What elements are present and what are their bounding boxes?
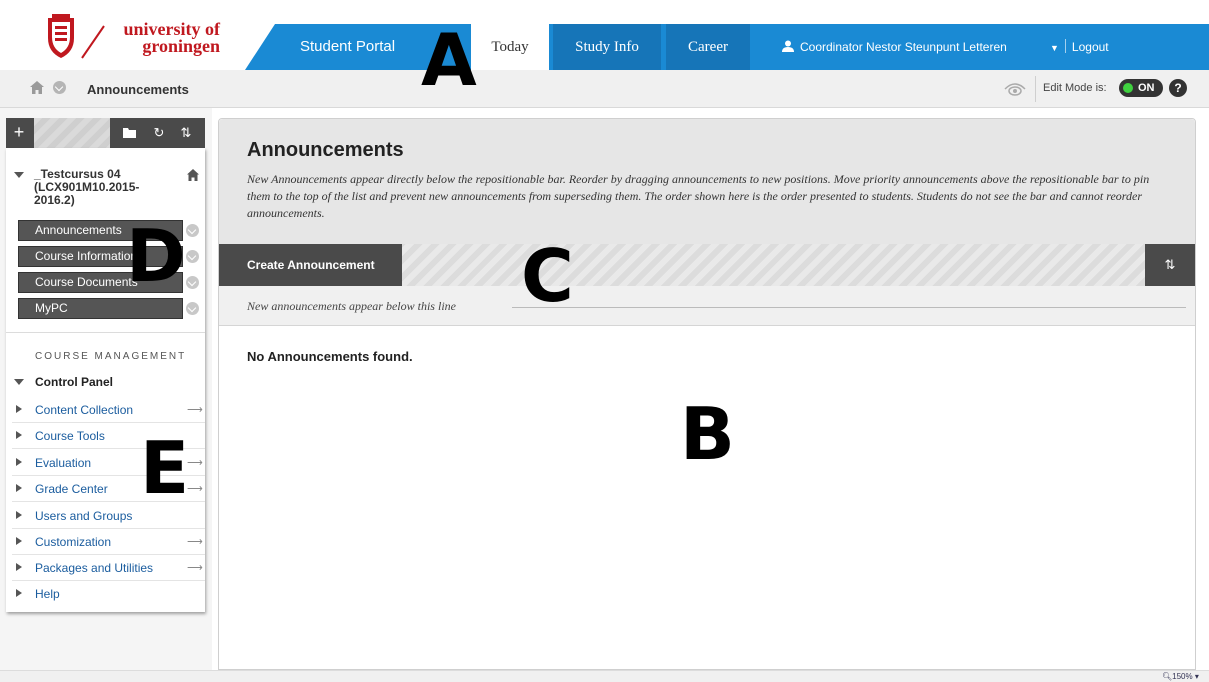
zoom-level[interactable]: 🔍︎150% ▾ xyxy=(1162,672,1199,681)
folder-view-icon[interactable] xyxy=(118,118,140,148)
course-title[interactable]: _Testcursus 04 (LCX901M10.2015-2016.2) xyxy=(34,168,174,207)
control-panel-item-label: Grade Center xyxy=(35,482,108,496)
control-panel-heading[interactable]: Control Panel xyxy=(35,375,113,389)
edit-mode-label: Edit Mode is: xyxy=(1043,82,1107,94)
expand-triangle-icon xyxy=(16,458,22,466)
repositionable-bar-label: New announcements appear below this line xyxy=(247,299,456,313)
reorder-icon[interactable]: ⇅ xyxy=(175,118,197,148)
control-panel-item-label: Evaluation xyxy=(35,456,92,470)
page-title: Announcements xyxy=(247,139,404,161)
logout-area: ▼ Logout xyxy=(1050,24,1109,70)
control-panel-item-label: Customization xyxy=(35,535,112,549)
logo-text: university of groningen xyxy=(120,20,221,56)
toolbar-spacer xyxy=(34,118,110,148)
arrow-right-icon: ⟶ xyxy=(187,562,203,574)
control-panel-item-content-collection[interactable]: Content Collection ⟶ xyxy=(12,397,205,423)
menu-item-options-icon[interactable] xyxy=(186,250,199,263)
menu-item-options-icon[interactable] xyxy=(186,276,199,289)
annotation-letter-d: D xyxy=(126,214,186,298)
empty-state-message: No Announcements found. xyxy=(247,349,413,364)
sort-icon[interactable]: ⇅ xyxy=(1145,244,1195,286)
annotation-letter-b: B xyxy=(680,392,735,476)
user-name: Coordinator Nestor Steunpunt Letteren xyxy=(800,40,1007,54)
refresh-icon[interactable]: ↻ xyxy=(148,118,170,148)
control-panel-item-help[interactable]: Help xyxy=(12,581,205,607)
expand-triangle-icon xyxy=(16,563,22,571)
breadcrumb-chevron-icon[interactable] xyxy=(53,81,66,94)
control-panel-item-label: Course Tools xyxy=(35,429,105,443)
expand-triangle-icon xyxy=(16,484,22,492)
divider xyxy=(6,332,205,333)
control-panel-item-packages-and-utilities[interactable]: Packages and Utilities ⟶ xyxy=(12,555,205,581)
crest-icon xyxy=(48,14,105,59)
control-panel-item-label: Content Collection xyxy=(35,403,134,417)
collapse-caret-icon[interactable] xyxy=(14,379,24,385)
control-panel-item-label: Help xyxy=(35,587,60,601)
logo-line-2: groningen xyxy=(142,36,220,56)
arrow-right-icon: ⟶ xyxy=(187,483,203,495)
user-icon xyxy=(782,40,794,52)
logout-link[interactable]: Logout xyxy=(1072,40,1109,54)
page-description: New Announcements appear directly below … xyxy=(247,172,1150,220)
tab-today[interactable]: Today xyxy=(471,24,549,72)
arrow-right-icon: ⟶ xyxy=(187,404,203,416)
separator xyxy=(1035,76,1036,102)
user-menu[interactable]: Coordinator Nestor Steunpunt Letteren xyxy=(782,24,1007,70)
home-icon[interactable] xyxy=(30,81,44,94)
separator xyxy=(1064,39,1066,53)
page: university of groningen Student Portal T… xyxy=(0,0,1209,682)
annotation-letter-e: E xyxy=(140,426,190,510)
tab-study-info[interactable]: Study Info xyxy=(553,24,661,70)
arrow-right-icon: ⟶ xyxy=(187,457,203,469)
collapse-caret-icon[interactable] xyxy=(14,172,24,178)
dropdown-caret-icon[interactable]: ▼ xyxy=(1050,43,1059,53)
student-preview-icon[interactable] xyxy=(1004,81,1026,97)
annotation-letter-c: C xyxy=(521,234,574,318)
course-home-icon[interactable] xyxy=(187,169,199,181)
annotation-letter-a: A xyxy=(421,18,477,102)
zoom-value: 150% xyxy=(1172,672,1193,681)
expand-triangle-icon xyxy=(16,511,22,519)
divider-line xyxy=(512,307,1186,308)
status-bar xyxy=(0,670,1209,682)
add-menu-item-icon[interactable]: + xyxy=(6,118,32,148)
arrow-right-icon: ⟶ xyxy=(187,536,203,548)
create-announcement-button[interactable]: Create Announcement xyxy=(219,244,402,286)
control-panel-item-label: Users and Groups xyxy=(35,509,133,523)
control-panel-item-label: Packages and Utilities xyxy=(35,561,154,575)
expand-triangle-icon xyxy=(16,405,22,413)
menu-item-options-icon[interactable] xyxy=(186,302,199,315)
expand-triangle-icon xyxy=(16,431,22,439)
tab-career[interactable]: Career xyxy=(666,24,750,70)
tab-student-portal[interactable]: Student Portal xyxy=(290,24,405,70)
expand-triangle-icon xyxy=(16,589,22,597)
course-management-heading: COURSE MANAGEMENT xyxy=(35,351,187,362)
folder-icon xyxy=(122,128,136,138)
edit-mode-toggle[interactable]: ON xyxy=(1119,79,1163,97)
help-icon[interactable]: ? xyxy=(1169,79,1187,97)
expand-triangle-icon xyxy=(16,537,22,545)
control-panel-item-customization[interactable]: Customization ⟶ xyxy=(12,529,205,555)
menu-item-options-icon[interactable] xyxy=(186,224,199,237)
course-menu-item-mypc[interactable]: MyPC xyxy=(18,298,183,319)
breadcrumb-current: Announcements xyxy=(87,82,189,97)
